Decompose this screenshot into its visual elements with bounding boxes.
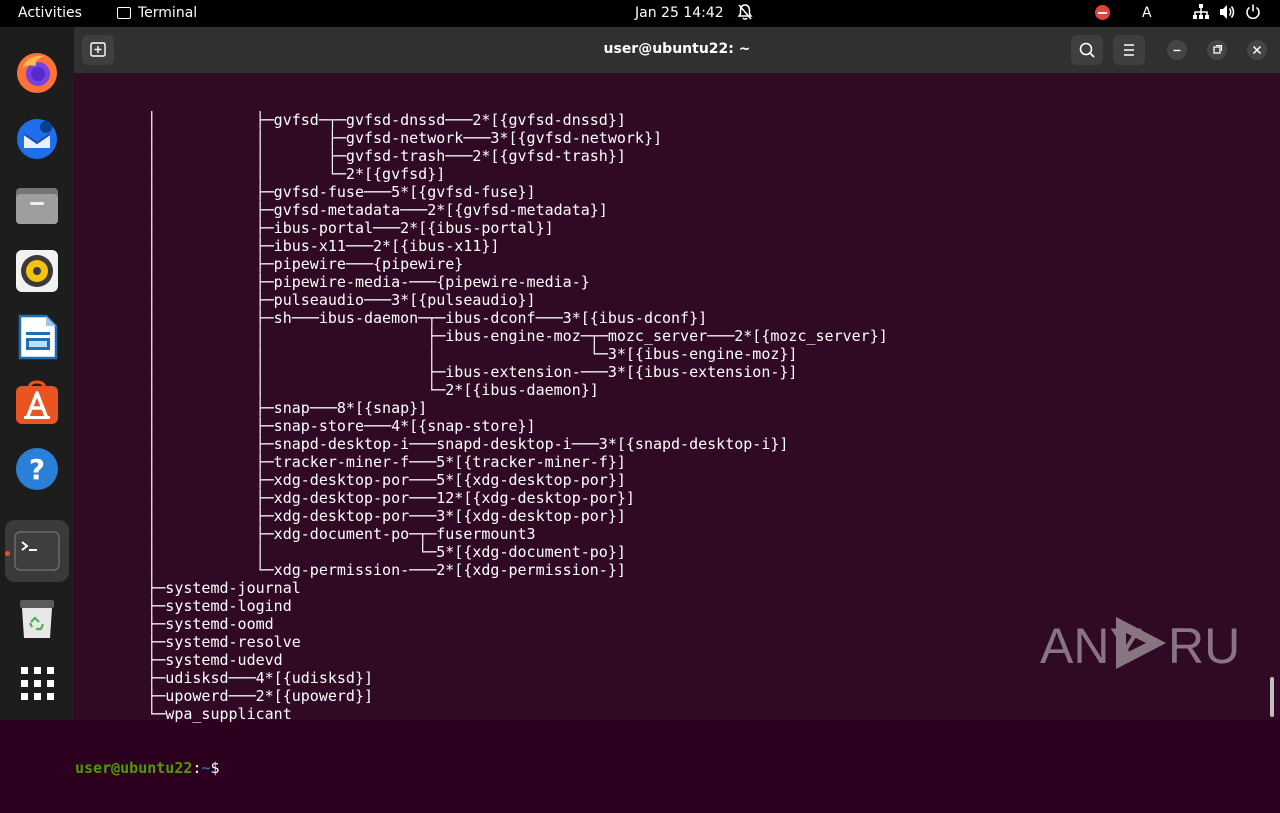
minimize-button[interactable] xyxy=(1167,40,1187,60)
terminal-line: │ ├─snap-store───4*[{snap-store}] xyxy=(75,417,536,435)
help-icon[interactable]: ? xyxy=(14,446,60,492)
svg-text:RUN: RUN xyxy=(1168,618,1240,674)
terminal-line: │ ├─xdg-document-po─┬─fusermount3 xyxy=(75,525,536,543)
terminal-line: │ ├─xdg-desktop-por───3*[{xdg-desktop-po… xyxy=(75,507,626,525)
prompt-separator: : xyxy=(192,759,202,777)
terminal-line: │ ├─sh───ibus-daemon─┬─ibus-dconf───3*[{… xyxy=(75,309,708,327)
anyrun-watermark: ANY RUN xyxy=(1040,611,1276,679)
terminal-line: └─wpa_supplicant xyxy=(75,705,292,723)
thunderbird-icon[interactable] xyxy=(14,116,60,162)
terminal-line: │ ├─ibus-x11───2*[{ibus-x11}] xyxy=(75,237,500,255)
terminal-line: │ │ └─2*[{gvfsd}] xyxy=(75,165,446,183)
terminal-line: │ ├─xdg-desktop-por───5*[{xdg-desktop-po… xyxy=(75,471,626,489)
input-language-indicator[interactable]: A xyxy=(1142,5,1152,21)
top-bar: Activities Terminal Jan 25 14:42 A xyxy=(0,0,1280,27)
writer-icon[interactable] xyxy=(14,314,60,360)
show-apps-icon[interactable] xyxy=(14,660,60,706)
terminal-icon[interactable] xyxy=(14,528,60,574)
terminal-window: user@ubuntu22: ~ │ ├─gvfsd─┬─gvfsd-dnssd… xyxy=(74,27,1280,777)
app-center-icon[interactable] xyxy=(14,380,60,426)
bell-icon[interactable] xyxy=(737,3,753,25)
do-not-disturb-icon[interactable] xyxy=(1095,5,1110,20)
power-icon[interactable] xyxy=(1244,3,1262,25)
terminal-line: │ │ ├─gvfsd-network───3*[{gvfsd-network}… xyxy=(75,129,662,147)
close-button[interactable] xyxy=(1247,40,1267,60)
clock[interactable]: Jan 25 14:42 xyxy=(635,5,724,21)
prompt-symbol: $ xyxy=(210,759,229,777)
shell-prompt[interactable]: user@ubuntu22:~$ xyxy=(75,759,1271,777)
dock: ? xyxy=(0,27,74,720)
running-indicator xyxy=(5,551,10,556)
prompt-user: user@ubuntu22 xyxy=(75,759,193,777)
svg-text:?: ? xyxy=(29,453,45,486)
search-button[interactable] xyxy=(1071,35,1103,65)
prompt-path: ~ xyxy=(201,759,211,777)
files-icon[interactable] xyxy=(14,182,60,228)
terminal-line: │ │ ├─gvfsd-trash───2*[{gvfsd-trash}] xyxy=(75,147,626,165)
terminal-line: │ ├─gvfsd-metadata───2*[{gvfsd-metadata}… xyxy=(75,201,608,219)
firefox-icon[interactable] xyxy=(14,50,60,96)
trash-icon[interactable] xyxy=(14,594,60,640)
menu-button[interactable] xyxy=(1113,35,1145,65)
terminal-line: │ ├─pipewire-media-───{pipewire-media-} xyxy=(75,273,590,291)
terminal-line: │ ├─gvfsd-fuse───5*[{gvfsd-fuse}] xyxy=(75,183,536,201)
terminal-line: │ ├─gvfsd─┬─gvfsd-dnssd───2*[{gvfsd-dnss… xyxy=(75,111,626,129)
volume-icon[interactable] xyxy=(1218,3,1236,25)
terminal-line: │ ├─xdg-desktop-por───12*[{xdg-desktop-p… xyxy=(75,489,635,507)
terminal-line: │ │ ├─ibus-engine-moz─┬─mozc_server───2*… xyxy=(75,327,888,345)
rhythmbox-icon[interactable] xyxy=(14,248,60,294)
terminal-line: │ ├─tracker-miner-f───5*[{tracker-miner-… xyxy=(75,453,626,471)
terminal-line: ├─upowerd───2*[{upowerd}] xyxy=(75,687,374,705)
terminal-line: │ │ └─5*[{xdg-document-po}] xyxy=(75,543,626,561)
network-icon[interactable] xyxy=(1192,3,1210,25)
terminal-line: │ │ │ └─3*[{ibus-engine-moz}] xyxy=(75,345,798,363)
terminal-line: ├─systemd-journal xyxy=(75,579,301,597)
terminal-line: │ ├─ibus-portal───2*[{ibus-portal}] xyxy=(75,219,554,237)
terminal-line: │ ├─snap───8*[{snap}] xyxy=(75,399,428,417)
maximize-button[interactable] xyxy=(1207,40,1227,60)
terminal-line: │ ├─pulseaudio───3*[{pulseaudio}] xyxy=(75,291,536,309)
terminal-line: │ ├─snapd-desktop-i───snapd-desktop-i───… xyxy=(75,435,789,453)
scrollbar[interactable] xyxy=(1270,677,1274,717)
terminal-line: │ │ └─2*[{ibus-daemon}] xyxy=(75,381,599,399)
activities-button[interactable]: Activities xyxy=(18,5,82,21)
app-menu-label: Terminal xyxy=(138,5,198,21)
header-bar: user@ubuntu22: ~ xyxy=(74,27,1280,73)
app-menu[interactable]: Terminal xyxy=(117,5,197,21)
terminal-line: │ ├─pipewire───{pipewire} xyxy=(75,255,464,273)
terminal-line: │ └─xdg-permission-───2*[{xdg-permission… xyxy=(75,561,626,579)
terminal-app-icon xyxy=(117,7,131,19)
terminal-line: │ │ ├─ibus-extension-───3*[{ibus-extensi… xyxy=(75,363,798,381)
